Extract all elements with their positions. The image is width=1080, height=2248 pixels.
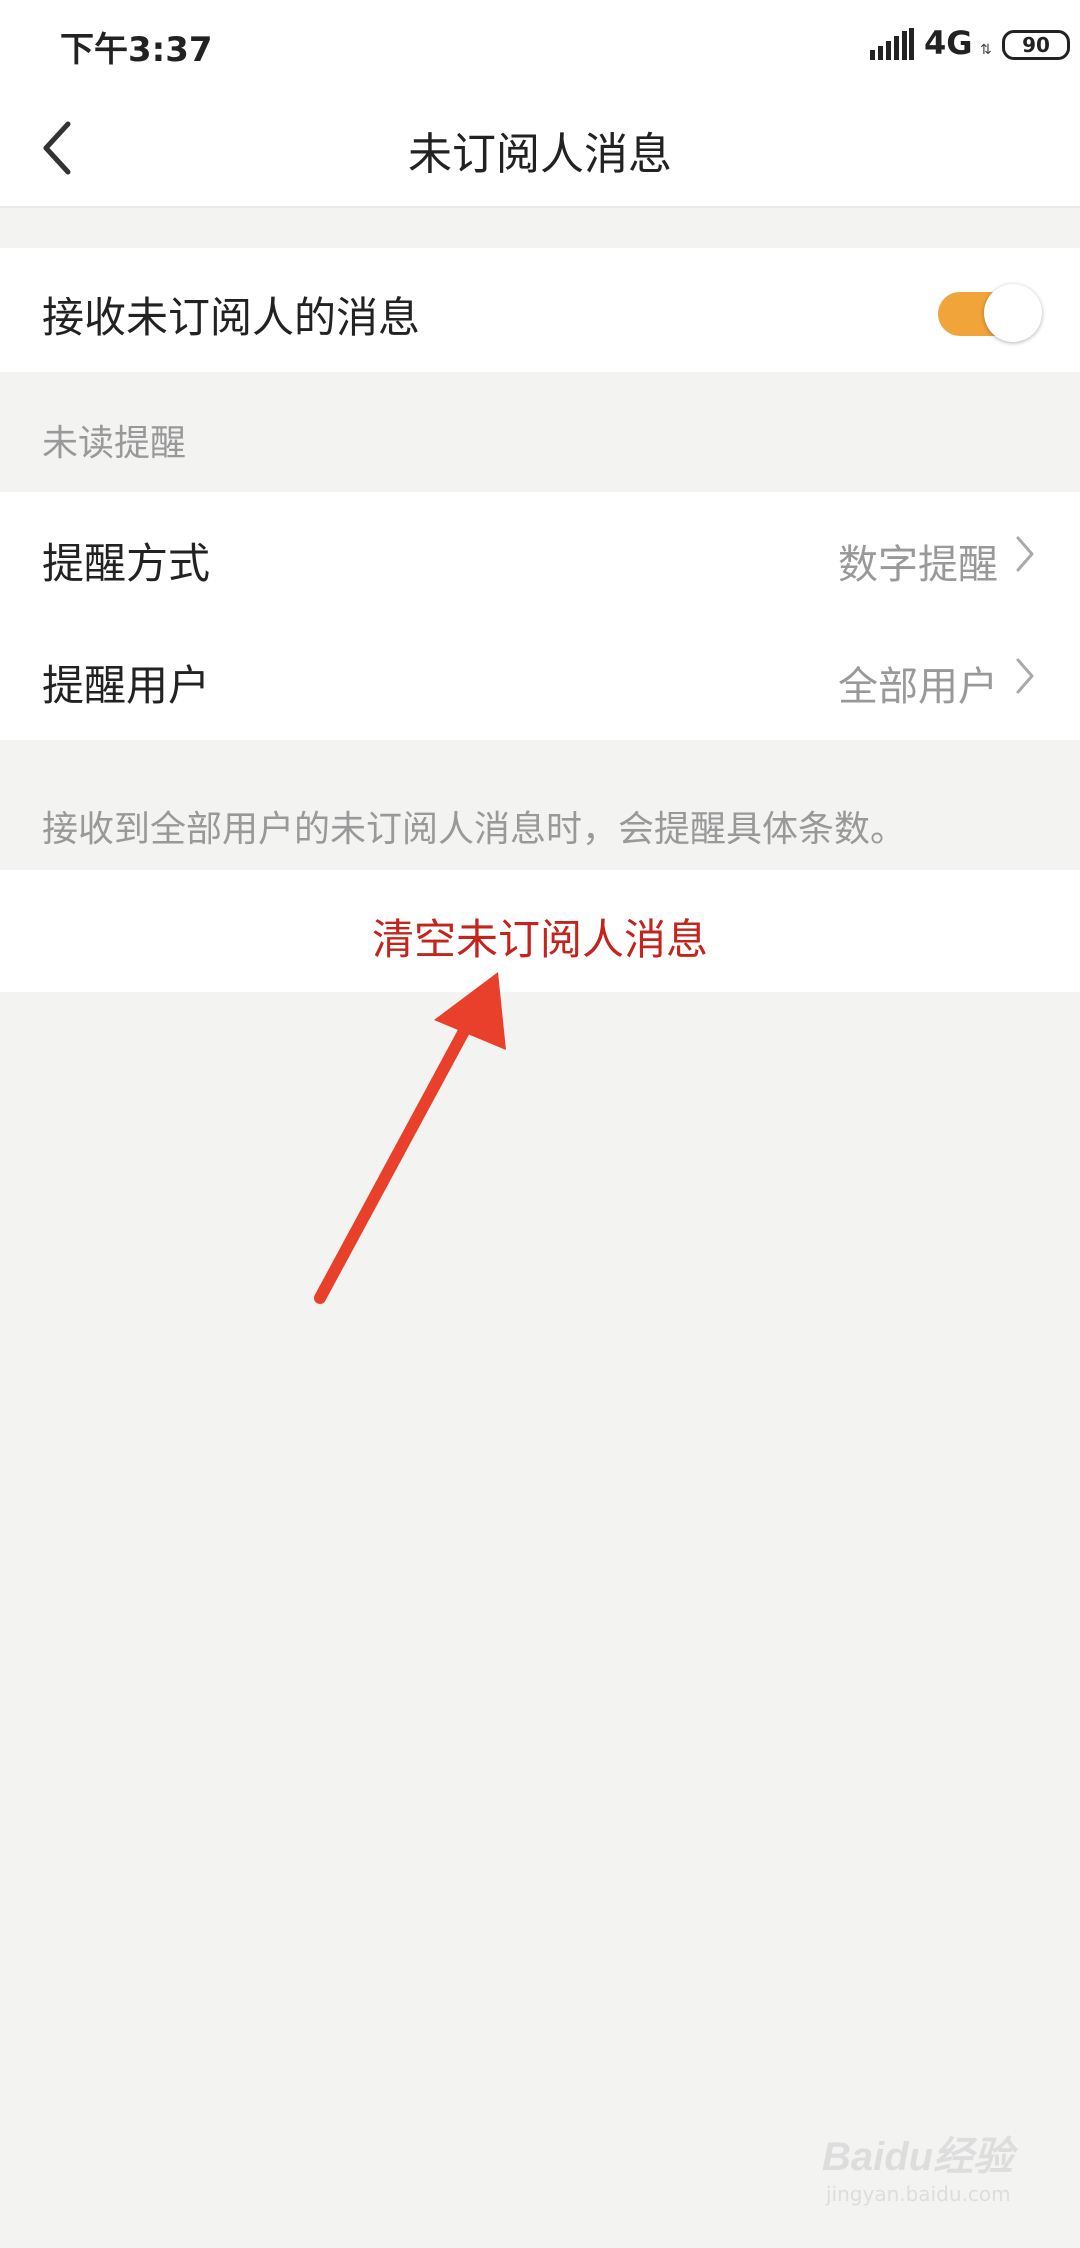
reminder-users-value: 全部用户 — [838, 664, 998, 710]
hint-text: 接收到全部用户的未订阅人消息时，会提醒具体条数。 — [42, 809, 907, 850]
chevron-right-icon — [1016, 658, 1034, 694]
clear-messages-label: 清空未订阅人消息 — [371, 915, 708, 964]
signal-icon — [870, 28, 914, 60]
receive-messages-row[interactable]: 接收未订阅人的消息 — [0, 248, 1080, 372]
receive-messages-label: 接收未订阅人的消息 — [42, 293, 421, 342]
watermark-logo-text: Baidu经验 — [822, 2135, 1014, 2179]
toggle-knob — [984, 284, 1042, 342]
watermark-url: jingyan.baidu.com — [826, 2182, 1011, 2206]
reminder-users-label: 提醒用户 — [42, 661, 211, 710]
reminder-method-row[interactable]: 提醒方式 数字提醒 — [0, 492, 1080, 616]
receive-messages-toggle[interactable] — [938, 284, 1042, 344]
reminder-users-row[interactable]: 提醒用户 全部用户 — [0, 616, 1080, 740]
status-bar: 下午3:37 4G ⇅ 90 — [0, 0, 1080, 88]
annotation-arrow — [314, 972, 506, 1304]
chevron-right-icon — [1016, 536, 1034, 572]
battery-icon: 90 — [1002, 30, 1070, 60]
reminder-method-label: 提醒方式 — [42, 539, 211, 588]
network-type: 4G — [924, 24, 973, 62]
baidu-watermark: Baidu经验 jingyan.baidu.com — [822, 2124, 1022, 2224]
page-title: 未订阅人消息 — [408, 129, 672, 180]
nav-bar: 未订阅人消息 — [0, 88, 1080, 208]
section-header-unread: 未读提醒 — [42, 423, 187, 464]
network-activity-icon: ⇅ — [980, 42, 992, 58]
reminder-method-value: 数字提醒 — [838, 542, 998, 588]
clear-messages-button[interactable]: 清空未订阅人消息 — [0, 870, 1080, 992]
status-time: 下午3:37 — [60, 30, 213, 70]
